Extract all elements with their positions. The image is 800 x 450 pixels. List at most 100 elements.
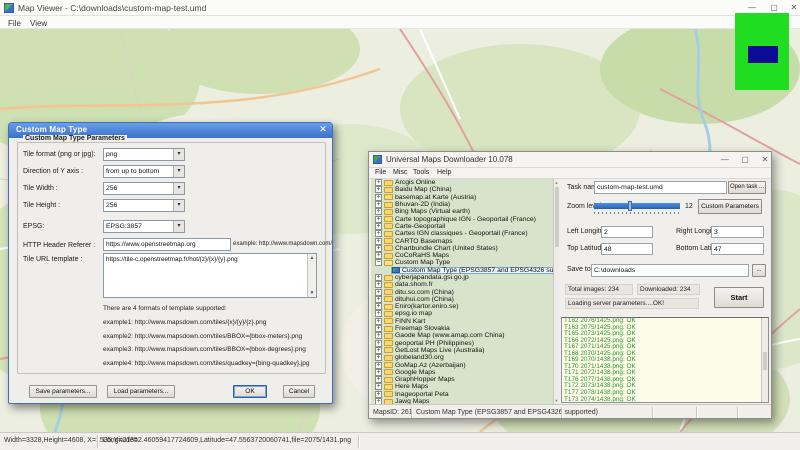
tree-item[interactable]: +CARTO Basemaps [371,237,553,244]
scroll-down-icon[interactable]: ▼ [554,398,559,403]
tree-item[interactable]: +Here Maps [371,383,553,390]
start-button[interactable]: Start [714,287,764,308]
tree-item[interactable]: +cyberjapandata.gsi.go.jp [371,274,553,281]
expand-icon[interactable]: + [375,325,382,332]
minimize-icon[interactable]: — [717,153,733,166]
y-axis-direction-combo[interactable]: from up to bottom▾ [103,165,185,178]
tree-item[interactable]: +basemap.at Karte (Austria) [371,194,553,201]
bottom-latitude-input[interactable] [711,243,764,255]
download-log[interactable]: T162 2076/1425.png: OKT163 2075/1425.png… [561,317,769,403]
log-scrollbar[interactable] [761,318,768,402]
collapse-icon[interactable]: − [375,259,382,266]
close-icon[interactable]: ✕ [317,124,329,135]
menu-file[interactable]: File [375,169,386,176]
expand-icon[interactable]: + [375,289,382,296]
tree-item[interactable]: +Baidu Map (China) [371,186,553,193]
expand-icon[interactable]: + [375,303,382,310]
chevron-down-icon[interactable]: ▾ [173,166,184,177]
chevron-down-icon[interactable]: ▾ [173,183,184,194]
tree-item[interactable]: +globeland30.org [371,354,553,361]
maximize-icon[interactable]: ▢ [737,153,753,166]
expand-icon[interactable]: + [375,194,382,201]
expand-icon[interactable]: + [375,340,382,347]
save-parameters-button[interactable]: Save parameters... [29,385,97,398]
left-longitude-input[interactable] [601,226,653,238]
browse-button[interactable]: ... [752,264,766,277]
expand-icon[interactable]: + [375,274,382,281]
expand-icon[interactable]: + [375,347,382,354]
tree-item[interactable]: +dituhui.com (China) [371,296,553,303]
expand-icon[interactable]: + [375,310,382,317]
expand-icon[interactable]: + [375,391,382,398]
top-latitude-input[interactable] [601,243,653,255]
tree-item[interactable]: +GoMap.Az (Azerbaijan) [371,361,553,368]
expand-icon[interactable]: + [375,281,382,288]
expand-icon[interactable]: + [375,252,382,259]
custom-parameters-button[interactable]: Custom Parameters [698,199,762,214]
referer-input[interactable] [103,238,231,251]
epsg-combo[interactable]: EPSG:3857▾ [103,220,185,233]
expand-icon[interactable]: + [375,354,382,361]
menu-file[interactable]: File [5,18,24,29]
expand-icon[interactable]: + [375,216,382,223]
tree-item[interactable]: +Bing Maps (Virtual earth) [371,208,553,215]
scroll-up-icon[interactable]: ▲ [308,254,316,262]
slider-thumb[interactable] [628,201,632,211]
tile-height-combo[interactable]: 256▾ [103,199,185,212]
chevron-down-icon[interactable]: ▾ [173,149,184,160]
chevron-down-icon[interactable]: ▾ [173,200,184,211]
expand-icon[interactable]: + [375,230,382,237]
tree-item[interactable]: +FINN Kart [371,318,553,325]
expand-icon[interactable]: + [375,296,382,303]
expand-icon[interactable]: + [375,383,382,390]
expand-icon[interactable]: + [375,369,382,376]
tree-item[interactable]: +data.shom.fr [371,281,553,288]
tree-item[interactable]: +Cartes IGN classiques - Geoportail (Fra… [371,230,553,237]
chevron-down-icon[interactable]: ▾ [173,221,184,232]
tree-item[interactable]: +Freemap Slovakia [371,325,553,332]
tile-width-combo[interactable]: 256▾ [103,182,185,195]
expand-icon[interactable]: + [375,223,382,230]
tree-item[interactable]: +GraphHopper Maps [371,376,553,383]
tile-format-combo[interactable]: png▾ [103,148,185,161]
expand-icon[interactable]: + [375,186,382,193]
open-task-button[interactable]: Open task ... [728,181,766,194]
expand-icon[interactable]: + [375,332,382,339]
expand-icon[interactable]: + [375,245,382,252]
tree-item[interactable]: +Chartbundle Chart (United States) [371,245,553,252]
expand-icon[interactable]: + [375,201,382,208]
expand-icon[interactable]: + [375,238,382,245]
maps-tree[interactable]: +Arcgis Online+Baidu Map (China)+basemap… [371,179,553,404]
close-icon[interactable]: ✕ [757,153,772,166]
tree-item[interactable]: +ditu.so.com (China) [371,288,553,295]
save-to-input[interactable] [591,264,749,277]
scrollbar-thumb[interactable] [763,352,767,370]
tree-item[interactable]: +Gaode Map (www.amap.com China) [371,332,553,339]
load-parameters-button[interactable]: Load parameters... [107,385,175,398]
tree-item[interactable]: −Custom Map Type [371,259,553,266]
tree-item[interactable]: +CoCoRaHS Maps [371,252,553,259]
tree-item[interactable]: +Inageoportal Peta [371,391,553,398]
textarea-scrollbar[interactable]: ▲ ▼ [307,254,316,297]
cancel-button[interactable]: Cancel [283,385,315,398]
tree-item[interactable]: +Google Maps [371,369,553,376]
tree-item[interactable]: +Arcgis Online [371,179,553,186]
scroll-up-icon[interactable]: ▲ [554,180,559,185]
tree-item[interactable]: +epsg.io map [371,310,553,317]
menu-tools[interactable]: Tools [413,169,429,176]
tree-item[interactable]: +GetLost Maps Live (Australia) [371,347,553,354]
expand-icon[interactable]: + [375,208,382,215]
tree-scrollbar[interactable]: ▲ ▼ [553,179,559,404]
tree-item[interactable]: +Eniro(kartor.eniro.se) [371,303,553,310]
tree-item[interactable]: +geoportal PH (Philippines) [371,340,553,347]
zoom-slider[interactable] [594,202,680,210]
right-longitude-input[interactable] [711,226,764,238]
expand-icon[interactable]: + [375,376,382,383]
template-textarea[interactable]: https://tile-c.openstreetmap.fr/hot/{z}/… [103,253,317,298]
tree-item[interactable]: +Carte topographique IGN - Geoportail (F… [371,215,553,222]
tree-item[interactable]: Custom Map Type (EPSG3857 and EPSG4326 s… [371,267,553,274]
ok-button[interactable]: OK [233,385,267,398]
scroll-down-icon[interactable]: ▼ [308,289,316,297]
task-name-input[interactable] [594,181,727,194]
expand-icon[interactable]: + [375,362,382,369]
